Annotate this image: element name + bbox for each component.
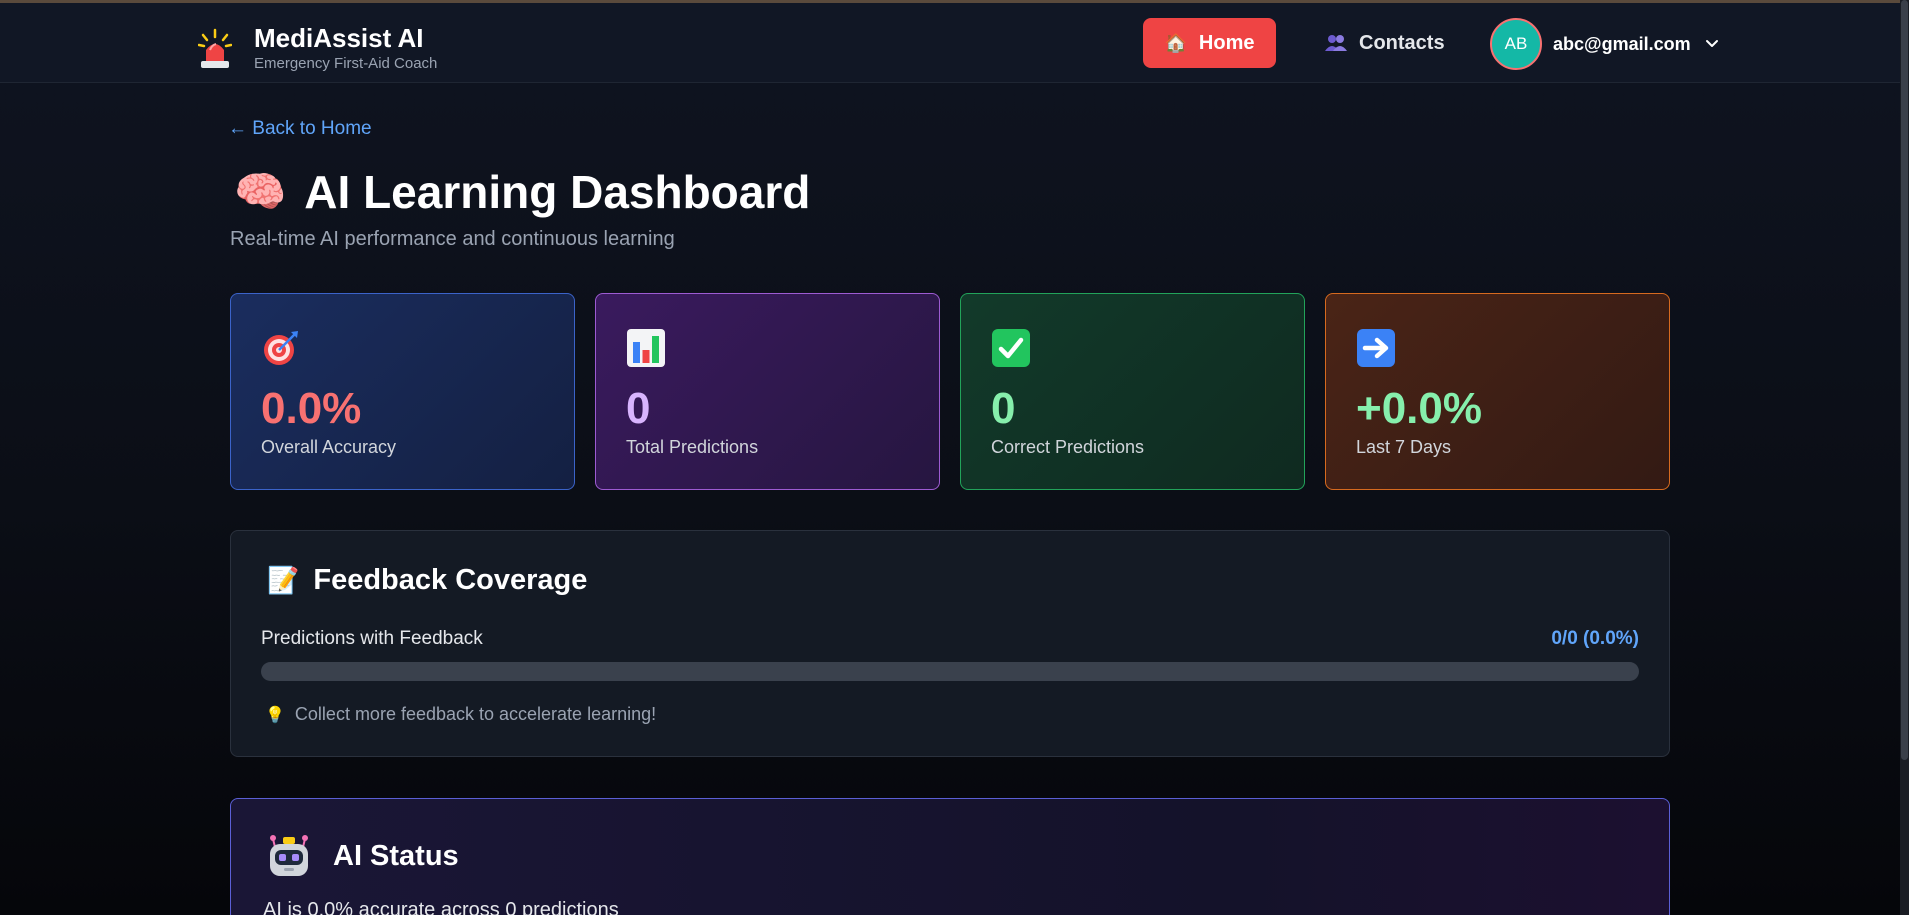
- ai-status-panel: AI Status AI is 0.0% accurate across 0 p…: [230, 798, 1670, 915]
- stat-card-total-predictions: 0 Total Predictions: [595, 293, 940, 490]
- feedback-hint-text: Collect more feedback to accelerate lear…: [294, 704, 657, 724]
- nav-contacts-link[interactable]: Contacts: [1325, 23, 1445, 63]
- page-title-text: AI Learning Dashboard: [304, 166, 811, 218]
- nav-home-button[interactable]: 🏠 Home: [1143, 18, 1276, 68]
- panel-title: Feedback Coverage: [313, 564, 588, 596]
- user-email: abc@gmail.com: [1553, 33, 1691, 54]
- stat-label: Total Predictions: [626, 437, 759, 457]
- stat-card-last-7-days: +0.0% Last 7 Days: [1325, 293, 1670, 490]
- brand-name: MediAssist AI: [254, 23, 424, 53]
- back-to-home-link[interactable]: ← Back to Home: [228, 118, 372, 140]
- feedback-hint: 💡 Collect more feedback to accelerate le…: [265, 704, 656, 725]
- feedback-progress-bar: [261, 662, 1639, 681]
- siren-icon: [198, 28, 232, 68]
- contacts-icon: [1325, 35, 1347, 51]
- navbar: MediAssist AI Emergency First-Aid Coach …: [0, 3, 1909, 83]
- stat-value: +0.0%: [1356, 384, 1482, 433]
- brain-icon: 🧠: [234, 168, 287, 215]
- avatar: AB: [1490, 18, 1542, 70]
- memo-icon: 📝: [267, 565, 300, 595]
- stat-card-accuracy: 0.0% Overall Accuracy: [230, 293, 575, 490]
- page-title: 🧠 AI Learning Dashboard: [234, 165, 810, 220]
- ai-status-text: AI is 0.0% accurate across 0 predictions: [263, 899, 619, 915]
- scrollbar-thumb[interactable]: [1901, 0, 1908, 760]
- feedback-ratio: 0/0 (0.0%): [1551, 628, 1639, 649]
- panel-title: AI Status: [333, 839, 459, 872]
- check-icon: [992, 329, 1030, 367]
- feedback-label: Predictions with Feedback: [261, 628, 483, 649]
- brand-tagline: Emergency First-Aid Coach: [254, 55, 438, 72]
- brand[interactable]: MediAssist AI Emergency First-Aid Coach: [198, 23, 437, 74]
- nav-contacts-label: Contacts: [1359, 31, 1445, 54]
- stat-card-correct-predictions: 0 Correct Predictions: [960, 293, 1305, 490]
- robot-icon: [270, 835, 308, 876]
- stat-value: 0: [626, 384, 651, 433]
- stat-value: 0: [991, 384, 1016, 433]
- arrow-right-icon: [1357, 329, 1395, 367]
- feedback-coverage-panel: 📝 Feedback Coverage Predictions with Fee…: [230, 530, 1670, 757]
- chevron-down-icon: [1705, 40, 1718, 47]
- stat-value: 0.0%: [261, 384, 362, 433]
- user-menu[interactable]: AB abc@gmail.com: [1490, 18, 1719, 70]
- lightbulb-icon: 💡: [265, 706, 285, 724]
- stat-label: Correct Predictions: [991, 437, 1145, 457]
- house-icon: 🏠: [1164, 32, 1187, 53]
- nav-home-label: Home: [1198, 31, 1255, 54]
- page-scrollbar[interactable]: [1900, 0, 1909, 915]
- target-icon: [264, 331, 298, 365]
- page-subtitle: Real-time AI performance and continuous …: [230, 228, 675, 250]
- stat-label: Overall Accuracy: [261, 437, 397, 457]
- bar-chart-icon: [627, 329, 665, 367]
- stat-label: Last 7 Days: [1356, 437, 1452, 457]
